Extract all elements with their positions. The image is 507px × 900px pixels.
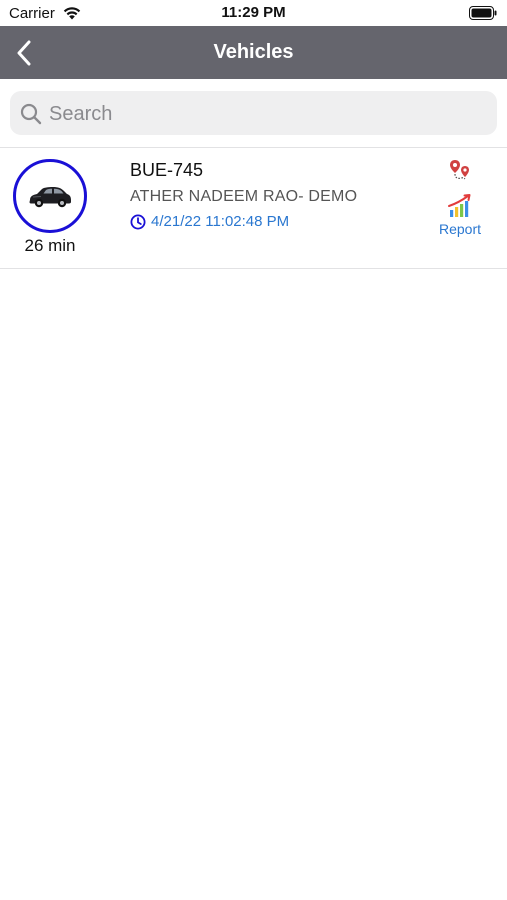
bar-chart-icon[interactable] xyxy=(447,193,474,218)
search-input[interactable] xyxy=(47,97,481,131)
battery-icon xyxy=(469,6,497,20)
nav-bar: Vehicles xyxy=(0,26,507,79)
vehicle-list-item[interactable]: 26 min BUE-745 ATHER NADEEM RAO- DEMO 4/… xyxy=(0,148,507,268)
status-bar: Carrier 11:29 PM xyxy=(0,0,507,26)
vehicle-avatar xyxy=(13,159,87,233)
report-button[interactable]: Report xyxy=(430,221,490,237)
clock-icon xyxy=(130,214,146,229)
search-box[interactable] xyxy=(10,91,497,135)
search-icon xyxy=(20,103,42,125)
route-pins-icon[interactable] xyxy=(448,158,473,183)
page-title: Vehicles xyxy=(213,41,294,63)
vehicle-owner: ATHER NADEEM RAO- DEMO xyxy=(130,188,358,205)
clock-time: 11:29 PM xyxy=(221,4,286,21)
vehicle-timestamp: 4/21/22 11:02:48 PM xyxy=(130,213,289,230)
divider xyxy=(0,268,507,269)
vehicle-plate: BUE-745 xyxy=(130,160,204,180)
vehicle-time-text: 4/21/22 11:02:48 PM xyxy=(151,213,290,230)
vehicle-duration: 26 min xyxy=(24,236,76,255)
search-bar-container xyxy=(0,79,507,146)
car-icon xyxy=(29,187,71,208)
